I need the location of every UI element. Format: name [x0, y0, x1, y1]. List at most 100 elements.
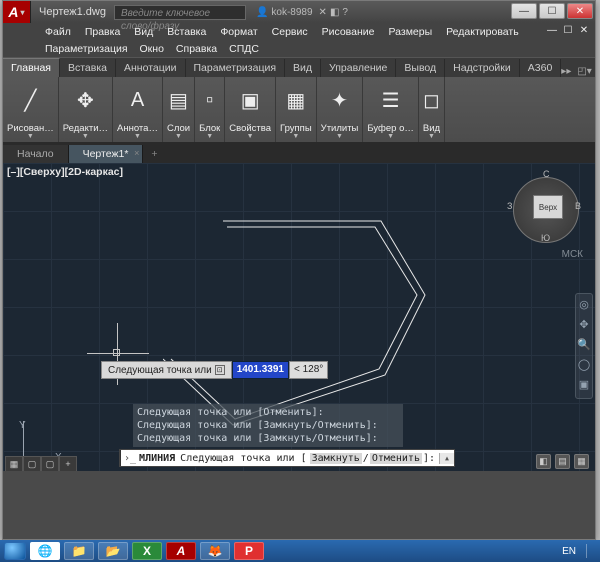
tab-insert[interactable]: Вставка: [60, 59, 116, 77]
panel-icon: ☰: [382, 79, 400, 122]
panel-icon: ◻: [423, 79, 440, 122]
maximize-button[interactable]: ☐: [539, 3, 565, 19]
menu-spds[interactable]: СПДС: [229, 43, 259, 55]
ribbon-panel[interactable]: ▫Блок▼: [195, 77, 225, 142]
user-icon: 👤: [256, 7, 268, 18]
showmotion-icon[interactable]: ▣: [577, 378, 591, 394]
keytips-icon[interactable]: ◧: [330, 7, 339, 18]
taskbar-autocad[interactable]: A: [166, 542, 196, 560]
tab-manage[interactable]: Управление: [321, 59, 396, 77]
new-tab-button[interactable]: +: [143, 145, 165, 163]
ribbon-panel[interactable]: ╱Рисован…▼: [3, 77, 59, 142]
command-line[interactable]: ›_ МЛИНИЯ Следующая точка или [ Замкнуть…: [119, 449, 455, 467]
panel-icon: ▤: [169, 79, 188, 122]
menu-view[interactable]: Вид: [134, 26, 153, 38]
language-indicator[interactable]: EN: [556, 546, 582, 557]
taskbar-explorer[interactable]: 📁: [64, 542, 94, 560]
menu-format[interactable]: Формат: [220, 26, 257, 38]
status-icon[interactable]: ◧: [536, 454, 551, 469]
menu-file[interactable]: Файл: [45, 26, 71, 38]
mdi-close[interactable]: ✕: [577, 25, 591, 36]
signin-user[interactable]: 👤 kok-8989: [256, 7, 313, 18]
ribbon-overflow-icon[interactable]: ▸▸: [561, 66, 571, 77]
viewcube[interactable]: Верх С Ю В З: [507, 171, 585, 249]
pan-icon[interactable]: ✥: [577, 318, 591, 334]
layout1-tab[interactable]: ▢: [23, 456, 41, 471]
history-line: Следующая точка или [Замкнуть/Отменить]:: [137, 432, 399, 445]
show-desktop-button[interactable]: [586, 544, 596, 558]
tab-output[interactable]: Вывод: [396, 59, 445, 77]
tab-a360[interactable]: A360: [520, 59, 562, 77]
tab-drawing1[interactable]: Чертеж1*×: [69, 145, 144, 163]
tab-home[interactable]: Главная: [3, 58, 60, 77]
taskbar-excel[interactable]: X: [132, 542, 162, 560]
start-button[interactable]: [4, 542, 26, 560]
add-layout-tab[interactable]: +: [59, 456, 77, 471]
exchange-icon[interactable]: ✕: [319, 7, 327, 18]
panel-icon: ▦: [286, 79, 305, 122]
dyn-distance-input[interactable]: 1401.3391: [232, 361, 289, 379]
status-icon[interactable]: ▦: [574, 454, 589, 469]
viewcube-face[interactable]: Верх: [533, 195, 563, 219]
menu-help[interactable]: Справка: [176, 43, 217, 55]
taskbar-app[interactable]: P: [234, 542, 264, 560]
menu-edit[interactable]: Правка: [85, 26, 120, 38]
dyn-options-icon[interactable]: ⊡: [215, 365, 225, 375]
layout2-tab[interactable]: ▢: [41, 456, 59, 471]
tab-annotate[interactable]: Аннотации: [116, 59, 186, 77]
cmdline-prompt-icon: ›_: [121, 453, 139, 464]
taskbar-folder[interactable]: 📂: [98, 542, 128, 560]
ribbon-panel[interactable]: ◻Вид▼: [419, 77, 445, 142]
document-name: Чертеж1.dwg: [39, 6, 106, 18]
app-logo-icon[interactable]: A: [3, 1, 31, 23]
status-icon[interactable]: ▤: [555, 454, 570, 469]
taskbar-chrome[interactable]: 🌐: [30, 542, 60, 560]
tab-parametric[interactable]: Параметризация: [186, 59, 286, 77]
model-tab[interactable]: ▦: [5, 456, 23, 471]
cmd-option-close[interactable]: Замкнуть: [310, 453, 362, 464]
menu-dimension[interactable]: Размеры: [389, 26, 433, 38]
taskbar-firefox[interactable]: 🦊: [200, 542, 230, 560]
tab-start[interactable]: Начало: [3, 145, 69, 163]
mdi-minimize[interactable]: —: [545, 25, 559, 36]
cmdline-recent-icon[interactable]: ▴: [439, 453, 454, 464]
panel-icon: ✦: [331, 79, 348, 122]
command-history: Следующая точка или [Отменить]: Следующая…: [133, 404, 403, 447]
ribbon-collapse-icon[interactable]: ◰▾: [577, 66, 591, 77]
mdi-controls: — ☐ ✕: [545, 25, 591, 36]
full-nav-icon[interactable]: ◎: [577, 298, 591, 314]
minimize-button[interactable]: —: [511, 3, 537, 19]
ribbon-panel[interactable]: ▤Слои▼: [163, 77, 195, 142]
help-icon[interactable]: ?: [342, 7, 348, 18]
tab-view[interactable]: Вид: [285, 59, 321, 77]
menu-parametric[interactable]: Параметризация: [45, 43, 128, 55]
navigation-bar: ◎ ✥ 🔍 ◯ ▣: [575, 293, 593, 399]
close-button[interactable]: ✕: [567, 3, 593, 19]
menu-window[interactable]: Окно: [140, 43, 164, 55]
search-input[interactable]: Введите ключевое слово/фразу: [114, 5, 246, 20]
ribbon-panel[interactable]: AАннота…▼: [113, 77, 163, 142]
windows-taskbar: 🌐 📁 📂 X A 🦊 P EN: [0, 540, 600, 562]
history-line: Следующая точка или [Отменить]:: [137, 406, 399, 419]
ribbon-panel[interactable]: ☰Буфер о…▼: [363, 77, 418, 142]
zoom-icon[interactable]: 🔍: [577, 338, 591, 354]
menu-modify[interactable]: Редактировать: [446, 26, 519, 38]
tab-addins[interactable]: Надстройки: [445, 59, 520, 77]
menu-insert[interactable]: Вставка: [167, 26, 206, 38]
ribbon-panel[interactable]: ✥Редакти…▼: [59, 77, 113, 142]
ribbon-tabs: Главная Вставка Аннотации Параметризация…: [3, 57, 595, 77]
orbit-icon[interactable]: ◯: [577, 358, 591, 374]
mdi-restore[interactable]: ☐: [561, 25, 575, 36]
cmd-option-undo[interactable]: Отменить: [370, 453, 422, 464]
drawing-area[interactable]: [–][Сверху][2D-каркас] Верх С Ю В З МСК …: [3, 163, 595, 471]
menu-draw[interactable]: Рисование: [322, 26, 375, 38]
ribbon-panel[interactable]: ▣Свойства▼: [225, 77, 276, 142]
close-icon[interactable]: ×: [134, 148, 139, 158]
ucs-name[interactable]: МСК: [562, 249, 583, 260]
viewport-label[interactable]: [–][Сверху][2D-каркас]: [7, 166, 123, 178]
ribbon-panel[interactable]: ▦Группы▼: [276, 77, 317, 142]
ribbon-panel[interactable]: ✦Утилиты▼: [317, 77, 364, 142]
panel-icon: ╱: [24, 79, 36, 122]
menu-tools[interactable]: Сервис: [272, 26, 308, 38]
dyn-angle-input[interactable]: < 128°: [289, 361, 328, 379]
